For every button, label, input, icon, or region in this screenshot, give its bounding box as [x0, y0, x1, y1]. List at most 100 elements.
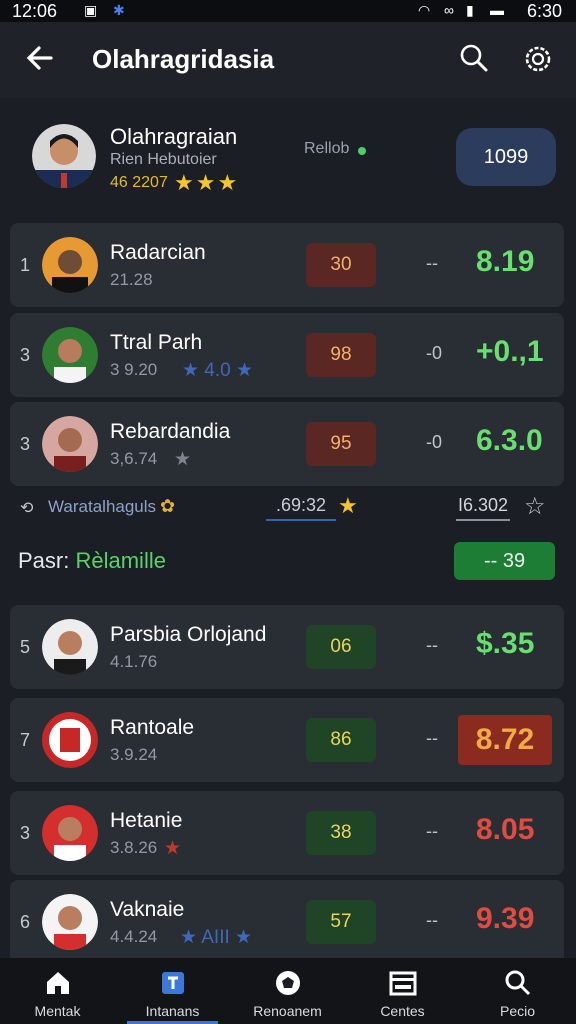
- filter-value[interactable]: .69:32: [266, 495, 337, 521]
- status-time: 12:06: [12, 1, 58, 21]
- search-icon: [505, 970, 530, 996]
- nav-item-ball[interactable]: Renoanem: [230, 958, 345, 1024]
- score-box: 95: [306, 422, 376, 466]
- player-avatar: [42, 237, 98, 293]
- nav-label: Intanans: [145, 1003, 200, 1019]
- player-value: +0.,1: [476, 335, 544, 368]
- rank-number: 3: [20, 823, 31, 843]
- profile-name: Olahragraian: [110, 124, 238, 149]
- player-sub: 4.4.24: [110, 927, 158, 946]
- section-prefix: Pasr:: [18, 548, 70, 573]
- profile-stars: ★★★: [174, 170, 240, 195]
- ball-icon: [275, 971, 300, 995]
- section-highlight: Rèlamille: [75, 548, 166, 573]
- player-avatar: [42, 619, 98, 675]
- profile-status: Rellob: [304, 140, 350, 157]
- filter-label[interactable]: Waratalhaguls: [48, 497, 156, 517]
- profile-card[interactable]: Olahragraian Rien Hebutoier 46 2207 ★★★ …: [0, 98, 576, 216]
- player-extra: ★ AIII ★: [180, 927, 253, 948]
- dash: --: [426, 253, 438, 273]
- list-item[interactable]: 3 Rebardandia 3,6.74 ★ 95 -0 6.3.0: [10, 402, 564, 486]
- rank-number: 7: [20, 730, 31, 750]
- home-icon: [46, 972, 69, 994]
- player-sub: 21.28: [110, 270, 153, 289]
- player-extra: ★: [174, 449, 192, 470]
- rank-number: 3: [20, 434, 31, 454]
- nav-label: Pecio: [499, 1003, 536, 1019]
- score-box: 98: [306, 333, 376, 377]
- list-item[interactable]: 3 Hetanie 3.8.26 ★ 38 -- 8.05: [10, 791, 564, 875]
- rank-number: 6: [20, 912, 31, 932]
- player-sub: 3,6.74: [110, 449, 158, 468]
- player-avatar: [42, 894, 98, 950]
- player-avatar: [42, 416, 98, 472]
- status-bar: 12:06 ▣ ✱ ◠ ∞ ▮ ▬ 6:30: [0, 0, 576, 22]
- player-value: 8.72: [458, 715, 552, 765]
- badge-icon: ✿: [160, 496, 176, 516]
- rank-number: 5: [20, 637, 31, 657]
- battery-icon: ▬: [490, 2, 504, 18]
- signal-icon: ▮: [466, 2, 474, 18]
- profile-avatar: [32, 124, 96, 188]
- player-sub: 3.8.26: [110, 838, 158, 857]
- online-dot: [358, 147, 366, 155]
- arrow-left-icon: [26, 46, 53, 70]
- player-extra: ★: [164, 838, 182, 859]
- filter-value-2[interactable]: I6.302: [456, 495, 511, 521]
- notification-icon: ▣: [84, 2, 98, 18]
- player-name: Rantoale: [110, 716, 195, 739]
- section-badge[interactable]: -- 39: [454, 542, 555, 580]
- list-item[interactable]: 5 Parsbia Orlojand 4.1.76 06 -- $.35: [10, 605, 564, 689]
- player-name: Hetanie: [110, 809, 183, 832]
- player-avatar: [42, 327, 98, 383]
- nav-label: Mentak: [34, 1003, 81, 1019]
- score-box: 06: [306, 625, 376, 669]
- list-item[interactable]: 6 Vaknaie 4.4.24 ★ AIII ★ 57 -- 9.39: [10, 880, 564, 964]
- search-button[interactable]: [458, 42, 490, 74]
- section-header: Pasr: Rèlamille: [18, 548, 166, 574]
- bottom-nav: Mentak Intanans Renoanem Centes Pecio: [0, 958, 576, 1024]
- back-button[interactable]: [22, 40, 58, 76]
- player-value: $.35: [476, 627, 535, 660]
- team-icon: [161, 972, 184, 994]
- page-title: Olahragridasia: [92, 44, 275, 74]
- profile-badge[interactable]: 1099: [456, 128, 556, 186]
- list-item[interactable]: 7 Rantoale 3.9.24 86 -- 8.72: [10, 698, 564, 782]
- settings-button[interactable]: [521, 42, 555, 76]
- refresh-icon[interactable]: ⟲: [20, 498, 40, 518]
- dash: --: [426, 635, 438, 655]
- player-value: 8.05: [476, 813, 535, 846]
- filter-row: ⟲ Waratalhaguls ✿ .69:32 ★ I6.302 ☆: [0, 482, 576, 536]
- profile-subtitle: Rien Hebutoier: [110, 151, 217, 168]
- star-outline-icon[interactable]: ☆: [524, 492, 546, 521]
- player-name: Parsbia Orlojand: [110, 623, 267, 646]
- app-icon: ✱: [113, 2, 125, 18]
- dash: --: [426, 821, 438, 841]
- search-icon: [460, 44, 488, 72]
- player-sub: 3 9.20: [110, 360, 158, 379]
- nav-label: Centes: [380, 1003, 425, 1019]
- status-right-time: 6:30: [526, 1, 562, 21]
- list-item[interactable]: 3 Ttral Parh 3 9.20 ★ 4.0 ★ 98 -0 +0.,1: [10, 313, 564, 397]
- player-name: Ttral Parh: [110, 331, 203, 354]
- score-box: 30: [306, 243, 376, 287]
- app-bar: Olahragridasia: [0, 22, 576, 98]
- nav-item-home[interactable]: Mentak: [0, 958, 115, 1024]
- nav-item-team[interactable]: Intanans: [115, 958, 230, 1024]
- star-icon[interactable]: ★: [338, 493, 358, 519]
- nav-item-calendar[interactable]: Centes: [345, 958, 460, 1024]
- profile-score: 46 2207: [110, 174, 168, 191]
- calendar-icon: [389, 971, 416, 996]
- score-box: 86: [306, 718, 376, 762]
- player-sub: 4.1.76: [110, 652, 158, 671]
- dash: -0: [426, 343, 443, 363]
- nav-item-search[interactable]: Pecio: [460, 958, 575, 1024]
- wifi-icon: ◠: [418, 2, 431, 18]
- gear-icon: [525, 46, 551, 72]
- player-value: 9.39: [476, 902, 535, 935]
- list-item[interactable]: 1 Radarcian 21.28 30 -- 8.19: [10, 223, 564, 307]
- player-name: Rebardandia: [110, 420, 231, 443]
- rank-number: 3: [20, 345, 31, 365]
- player-value: 8.19: [476, 245, 535, 278]
- dash: --: [426, 728, 438, 748]
